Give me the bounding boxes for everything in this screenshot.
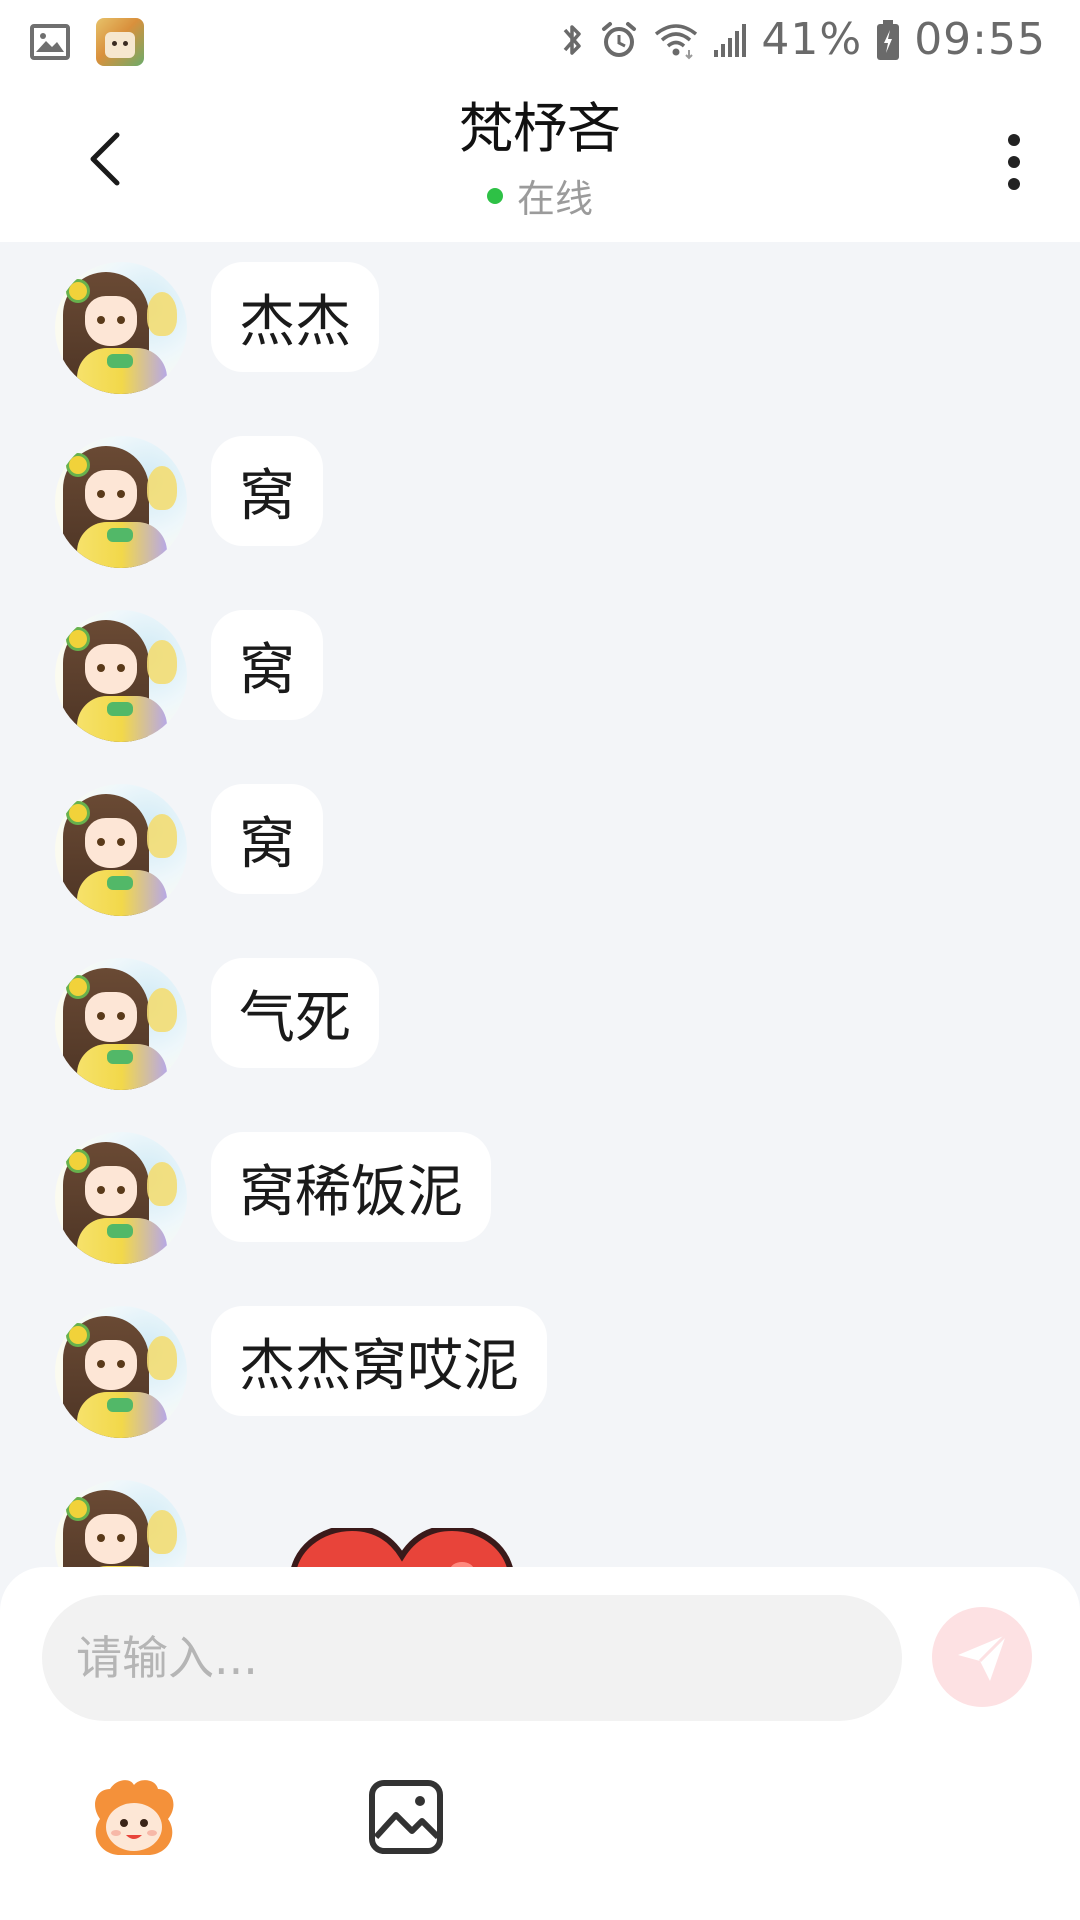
- back-button[interactable]: [70, 124, 140, 194]
- message-row: 杰杰窝哎泥: [55, 1306, 547, 1438]
- gallery-icon: [30, 24, 70, 60]
- message-input-wrapper[interactable]: [42, 1595, 902, 1721]
- contact-name: 梵杼吝: [459, 97, 621, 160]
- message-row: [55, 1480, 517, 1567]
- wifi-icon: [653, 20, 699, 60]
- app-icon: [96, 18, 144, 66]
- battery-icon: [876, 19, 900, 61]
- clock: 09:55: [914, 14, 1046, 65]
- message-bubble[interactable]: 杰杰窝哎泥: [211, 1306, 547, 1416]
- message-row: 窝稀饭泥: [55, 1132, 491, 1264]
- message-bubble[interactable]: 窝: [211, 610, 323, 720]
- composer: [0, 1567, 1080, 1920]
- image-icon[interactable]: [366, 1777, 446, 1857]
- chat-header: 梵杼吝 在线: [0, 84, 1080, 242]
- contact-avatar[interactable]: [55, 262, 187, 394]
- alarm-icon: [599, 20, 639, 60]
- more-options-button[interactable]: [984, 122, 1044, 202]
- message-row: 窝: [55, 784, 323, 916]
- battery-percent: 41%: [761, 14, 863, 65]
- contact-avatar[interactable]: [55, 958, 187, 1090]
- message-input[interactable]: [74, 1630, 858, 1686]
- message-row: 杰杰: [55, 262, 379, 394]
- online-status-text: 在线: [516, 177, 593, 221]
- emoji-mascot-icon[interactable]: [86, 1775, 182, 1863]
- signal-icon: [713, 22, 747, 58]
- chevron-left-icon: [90, 132, 120, 186]
- message-bubble[interactable]: 窝: [211, 784, 323, 894]
- message-bubble[interactable]: 杰杰: [211, 262, 379, 372]
- message-bubble[interactable]: 窝稀饭泥: [211, 1132, 491, 1242]
- status-bar: 41% 09:55: [0, 0, 1080, 84]
- message-row: 窝: [55, 610, 323, 742]
- more-vertical-icon: [1008, 134, 1020, 146]
- send-button[interactable]: [932, 1607, 1032, 1707]
- contact-avatar[interactable]: [55, 784, 187, 916]
- online-dot-icon: [486, 187, 503, 204]
- heart-sticker-icon[interactable]: [287, 1524, 517, 1567]
- contact-avatar[interactable]: [55, 1480, 187, 1567]
- message-list[interactable]: 杰杰 窝 窝 窝 气死 窝稀饭泥 杰杰窝哎泥: [0, 242, 1080, 1567]
- contact-avatar[interactable]: [55, 436, 187, 568]
- message-bubble[interactable]: 气死: [211, 958, 379, 1068]
- message-bubble[interactable]: 窝: [211, 436, 323, 546]
- send-icon: [958, 1633, 1008, 1681]
- contact-avatar[interactable]: [55, 1306, 187, 1438]
- contact-avatar[interactable]: [55, 1132, 187, 1264]
- message-row: 气死: [55, 958, 379, 1090]
- contact-avatar[interactable]: [55, 610, 187, 742]
- bluetooth-icon: [559, 20, 585, 60]
- message-row: 窝: [55, 436, 323, 568]
- online-status: 在线: [486, 168, 593, 223]
